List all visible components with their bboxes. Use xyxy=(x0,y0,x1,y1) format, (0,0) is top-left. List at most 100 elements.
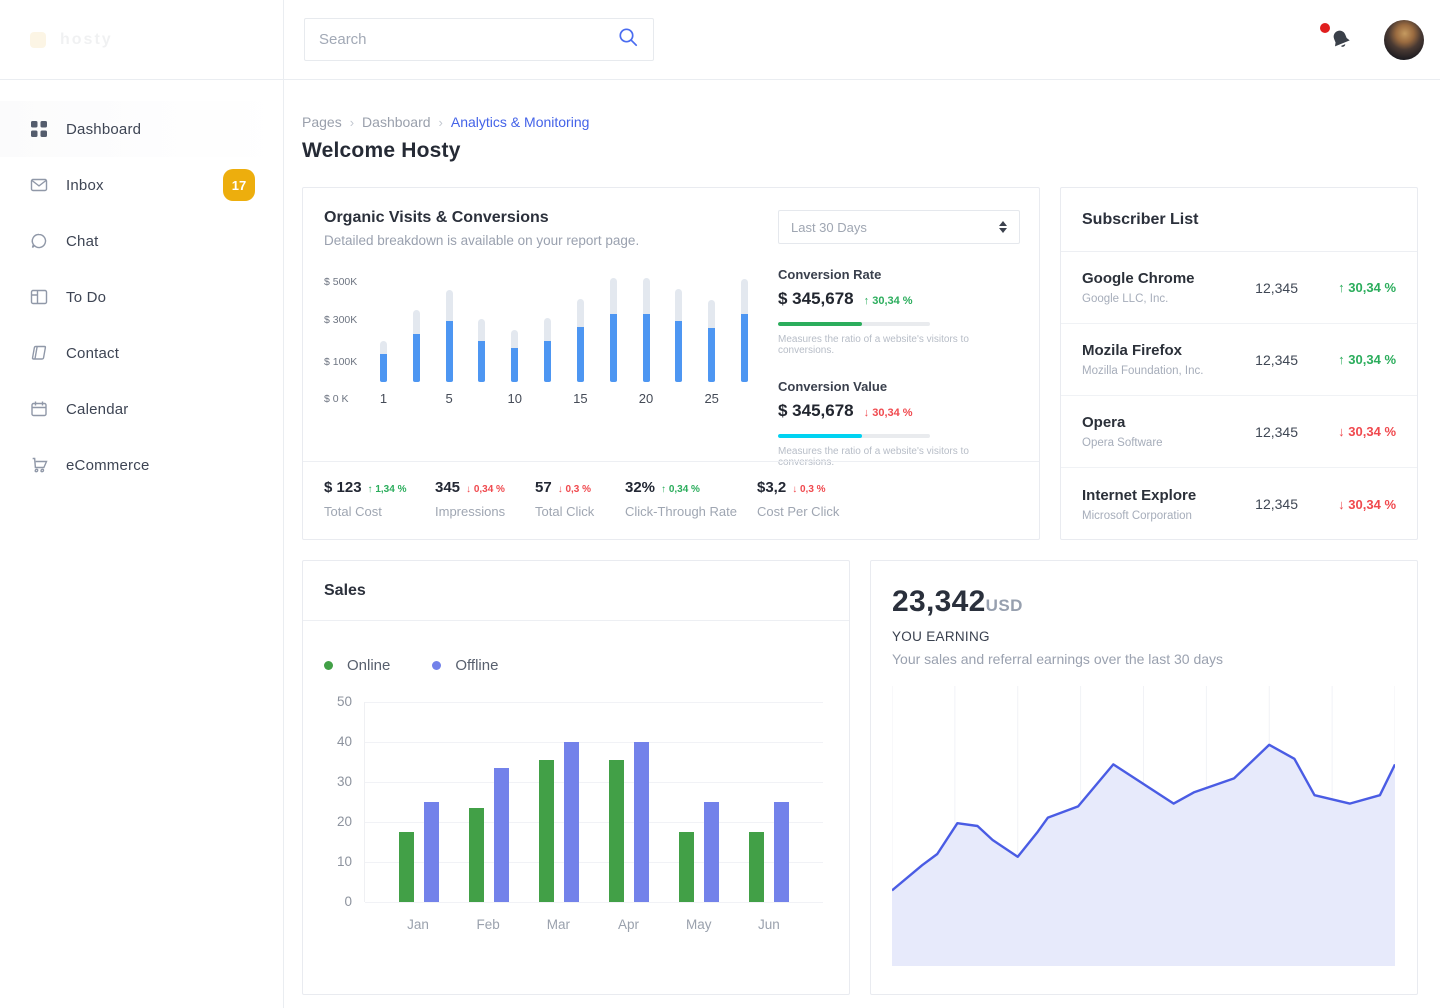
search-input[interactable] xyxy=(319,31,617,48)
online-bar xyxy=(469,808,484,902)
conversions-bar-fill xyxy=(380,354,387,382)
stat-total-cost: $ 123↑ 1,34 % Total Cost xyxy=(324,479,435,539)
offline-bar xyxy=(634,742,649,902)
arrow-up-icon: ↑ xyxy=(1338,352,1345,367)
inbox-count-badge: 17 xyxy=(223,169,255,201)
topbar xyxy=(284,0,1440,80)
visits-bar[interactable] xyxy=(577,299,584,382)
arrow-down-icon: ↓ xyxy=(1338,497,1345,512)
subscriber-company: Mozilla Foundation, Inc. xyxy=(1082,365,1246,377)
earnings-subtitle: Your sales and referral earnings over th… xyxy=(892,651,1396,667)
sidebar-item-todo[interactable]: To Do xyxy=(0,269,283,325)
notifications-button[interactable] xyxy=(1328,27,1354,53)
subscriber-row-google-chrome[interactable]: Google Chrome Google LLC, Inc. 12,345 ↑ … xyxy=(1061,252,1417,324)
arrow-up-icon: ↑ xyxy=(1338,280,1345,295)
calendar-icon xyxy=(30,400,48,418)
sales-bar-group[interactable] xyxy=(749,802,789,902)
sidebar-item-label: To Do xyxy=(66,289,106,306)
organic-x-axis: $ 0 K 1510152025 xyxy=(324,391,769,407)
y-axis-label: 10 xyxy=(337,854,352,869)
visits-bar[interactable] xyxy=(708,300,715,382)
conversions-bar-fill xyxy=(413,334,420,382)
legend-item-online[interactable]: Online xyxy=(324,657,390,674)
period-select-value: Last 30 Days xyxy=(791,220,999,235)
earnings-title: YOU EARNING xyxy=(892,629,1396,644)
stat-label: Click-Through Rate xyxy=(625,504,757,519)
subscriber-delta: ↓ 30,34 % xyxy=(1320,424,1396,439)
x-axis-label: Jan xyxy=(398,917,438,932)
stat-impressions: 345↓ 0,34 % Impressions xyxy=(435,479,535,539)
notification-dot xyxy=(1320,23,1330,33)
visits-bar[interactable] xyxy=(478,319,485,382)
subscriber-row-mozila-firefox[interactable]: Mozila Firefox Mozilla Foundation, Inc. … xyxy=(1061,324,1417,396)
visits-bar[interactable] xyxy=(675,289,682,382)
visits-bar[interactable] xyxy=(511,330,518,382)
arrow-up-icon: ↑ xyxy=(864,295,870,307)
subscriber-name: Mozila Firefox xyxy=(1082,342,1246,359)
subscriber-row-opera[interactable]: Opera Opera Software 12,345 ↓ 30,34 % xyxy=(1061,396,1417,468)
visits-bar[interactable] xyxy=(446,290,453,382)
sales-bar-group[interactable] xyxy=(609,742,649,902)
main-area: Pages › Dashboard › Analytics & Monitori… xyxy=(284,0,1440,1008)
sidebar-nav: Dashboard Inbox 17 Chat To Do xyxy=(0,101,283,493)
subscriber-company: Opera Software xyxy=(1082,437,1246,449)
y-axis-label: 50 xyxy=(337,694,352,709)
select-spinner-icon xyxy=(999,221,1007,233)
subscriber-row-internet-explore[interactable]: Internet Explore Microsoft Corporation 1… xyxy=(1061,468,1417,540)
conversion-panel: Last 30 Days Conversion Rate $ 345,678 ↑… xyxy=(778,210,1020,468)
stat-value: 57 xyxy=(535,479,552,496)
breadcrumb: Pages › Dashboard › Analytics & Monitori… xyxy=(302,114,1419,130)
conversion-rate-value: $ 345,678 xyxy=(778,289,854,309)
sidebar-item-dashboard[interactable]: Dashboard xyxy=(0,101,283,157)
logo[interactable]: hosty xyxy=(0,0,283,80)
sidebar-item-inbox[interactable]: Inbox 17 xyxy=(0,157,283,213)
visits-bar[interactable] xyxy=(741,279,748,382)
period-select[interactable]: Last 30 Days xyxy=(778,210,1020,244)
x-axis-label: 25 xyxy=(697,391,727,406)
sidebar-item-ecommerce[interactable]: eCommerce xyxy=(0,437,283,493)
legend-label: Online xyxy=(347,657,390,674)
stat-click-through-rate: 32%↑ 0,34 % Click-Through Rate xyxy=(625,479,757,539)
earnings-area-chart xyxy=(892,686,1395,966)
sidebar-item-contact[interactable]: Contact xyxy=(0,325,283,381)
card-title: Subscriber List xyxy=(1082,211,1198,229)
visits-bar[interactable] xyxy=(413,310,420,382)
sidebar-item-chat[interactable]: Chat xyxy=(0,213,283,269)
breadcrumb-dashboard[interactable]: Dashboard xyxy=(362,114,431,130)
sales-bar-group[interactable] xyxy=(469,768,509,902)
conversions-bar-fill xyxy=(544,341,551,382)
sidebar-item-label: Contact xyxy=(66,345,119,362)
breadcrumb-analytics-monitoring[interactable]: Analytics & Monitoring xyxy=(451,114,590,130)
search-box[interactable] xyxy=(304,18,654,61)
stat-value: 345 xyxy=(435,479,460,496)
sales-bar-group[interactable] xyxy=(539,742,579,902)
online-bar xyxy=(679,832,694,902)
breadcrumb-pages[interactable]: Pages xyxy=(302,114,342,130)
conversion-rate-block: Conversion Rate $ 345,678 ↑ 30,34 % Meas… xyxy=(778,267,1020,356)
sidebar-item-calendar[interactable]: Calendar xyxy=(0,381,283,437)
conversions-bar-fill xyxy=(511,348,518,382)
offline-bar xyxy=(704,802,719,902)
search-icon[interactable] xyxy=(617,26,639,53)
subscriber-count: 12,345 xyxy=(1246,280,1298,296)
sales-bar-group[interactable] xyxy=(679,802,719,902)
sales-bar-group[interactable] xyxy=(399,802,439,902)
visits-bar[interactable] xyxy=(544,318,551,382)
conversion-value-block: Conversion Value $ 345,678 ↓ 30,34 % Mea… xyxy=(778,379,1020,468)
sidebar-item-label: Inbox xyxy=(66,177,104,194)
visits-bar[interactable] xyxy=(643,278,650,382)
topbar-actions xyxy=(1328,20,1424,60)
stat-label: Impressions xyxy=(435,504,535,519)
conversion-rate-delta: ↑ 30,34 % xyxy=(864,295,913,307)
visits-bar[interactable] xyxy=(610,278,617,382)
visits-bar[interactable] xyxy=(380,341,387,382)
user-avatar[interactable] xyxy=(1384,20,1424,60)
x-axis-label: 5 xyxy=(434,391,464,406)
sidebar-item-label: Calendar xyxy=(66,401,128,418)
legend-item-offline[interactable]: Offline xyxy=(432,657,498,674)
x-axis-label: 20 xyxy=(631,391,661,406)
offline-dot-icon xyxy=(432,661,441,670)
organic-visits-chart: $ 500K$ 300K$ 100K $ 0 K 1510152025 xyxy=(324,276,769,426)
sidebar-item-label: Dashboard xyxy=(66,121,141,138)
subscriber-company: Microsoft Corporation xyxy=(1082,510,1246,522)
